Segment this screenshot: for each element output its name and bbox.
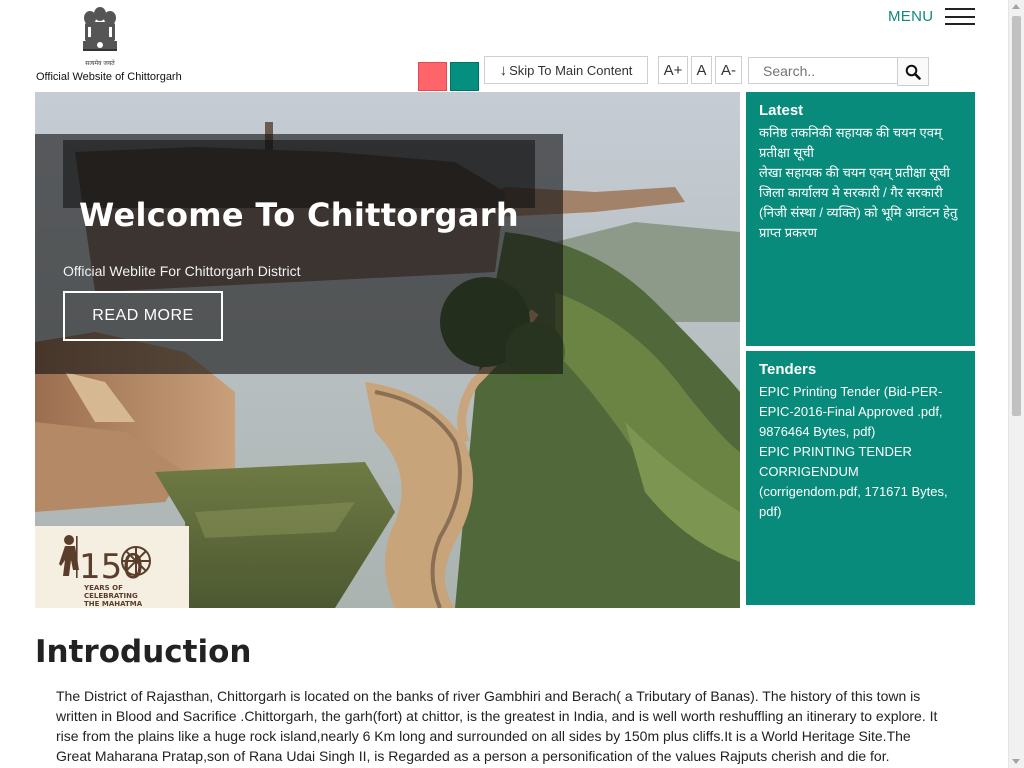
hamburger-icon — [945, 8, 976, 25]
national-emblem-icon: सत्यमेव जयते — [83, 7, 117, 67]
scrollbar-thumb[interactable] — [1012, 16, 1021, 416]
font-increase-button[interactable]: A+ — [658, 56, 688, 84]
scroll-up-arrow-icon[interactable] — [1012, 4, 1020, 9]
site-title: Official Website of Chittorgarh — [36, 71, 182, 83]
latest-panel: Latest कनिष्ठ तकनिकी सहायक की चयन एवम् प… — [746, 92, 975, 346]
hero-title: Welcome To Chittorgarh — [79, 196, 519, 234]
search-input[interactable] — [748, 57, 898, 84]
hero-subtitle: Official Weblite For Chittorgarh Distric… — [63, 263, 301, 279]
scroll-down-arrow-icon[interactable] — [1012, 759, 1020, 764]
search-icon — [905, 64, 921, 80]
svg-text:THE MAHATMA: THE MAHATMA — [84, 600, 143, 608]
latest-item[interactable]: जिला कार्यालय मे सरकारी / गैर सरकारी (नि… — [759, 183, 962, 243]
menu-label: MENU — [888, 8, 934, 25]
latest-item[interactable]: कनिष्ठ तकनिकी सहायक की चयन एवम् प्रतीक्ष… — [759, 123, 962, 163]
tenders-panel: Tenders EPIC Printing Tender (Bid-PER-EP… — [746, 351, 975, 605]
introduction-heading: Introduction — [35, 634, 252, 670]
hero-banner: Welcome To Chittorgarh Official Weblite … — [35, 92, 740, 608]
vertical-scrollbar[interactable] — [1008, 0, 1024, 768]
skip-to-main-content-link[interactable]: ↓ Skip To Main Content — [484, 56, 648, 84]
introduction-text: The District of Rajasthan, Chittorgarh i… — [56, 688, 938, 764]
read-more-button[interactable]: READ MORE — [63, 291, 223, 341]
search-button[interactable] — [897, 57, 929, 86]
svg-text:CELEBRATING: CELEBRATING — [84, 592, 138, 600]
gandhi-150-logo: 150 YEARS OF CELEBRATING THE MAHATMA — [59, 535, 151, 608]
tenders-heading: Tenders — [759, 361, 817, 378]
font-normal-button[interactable]: A — [691, 56, 712, 84]
svg-text:सत्यमेव जयते: सत्यमेव जयते — [85, 59, 115, 67]
latest-item[interactable]: लेखा सहायक की चयन एवम् प्रतीक्षा सूची — [759, 163, 962, 183]
skip-link-label: Skip To Main Content — [509, 62, 633, 78]
svg-text:YEARS OF: YEARS OF — [83, 584, 123, 592]
svg-text:150: 150 — [79, 547, 144, 587]
menu-button[interactable]: MENU — [888, 8, 976, 25]
tender-item[interactable]: EPIC Printing Tender (Bid-PER-EPIC-2016-… — [759, 382, 962, 442]
theme-green-swatch[interactable] — [450, 62, 479, 91]
font-decrease-button[interactable]: A- — [715, 56, 742, 84]
down-arrow-icon: ↓ — [499, 61, 508, 79]
latest-heading: Latest — [759, 102, 804, 119]
150-years-mahatma-badge[interactable]: 150 YEARS OF CELEBRATING THE MAHATMA — [35, 526, 189, 608]
theme-red-swatch[interactable] — [418, 62, 447, 91]
tender-item[interactable]: EPIC PRINTING TENDER CORRIGENDUM (corrig… — [759, 442, 962, 522]
